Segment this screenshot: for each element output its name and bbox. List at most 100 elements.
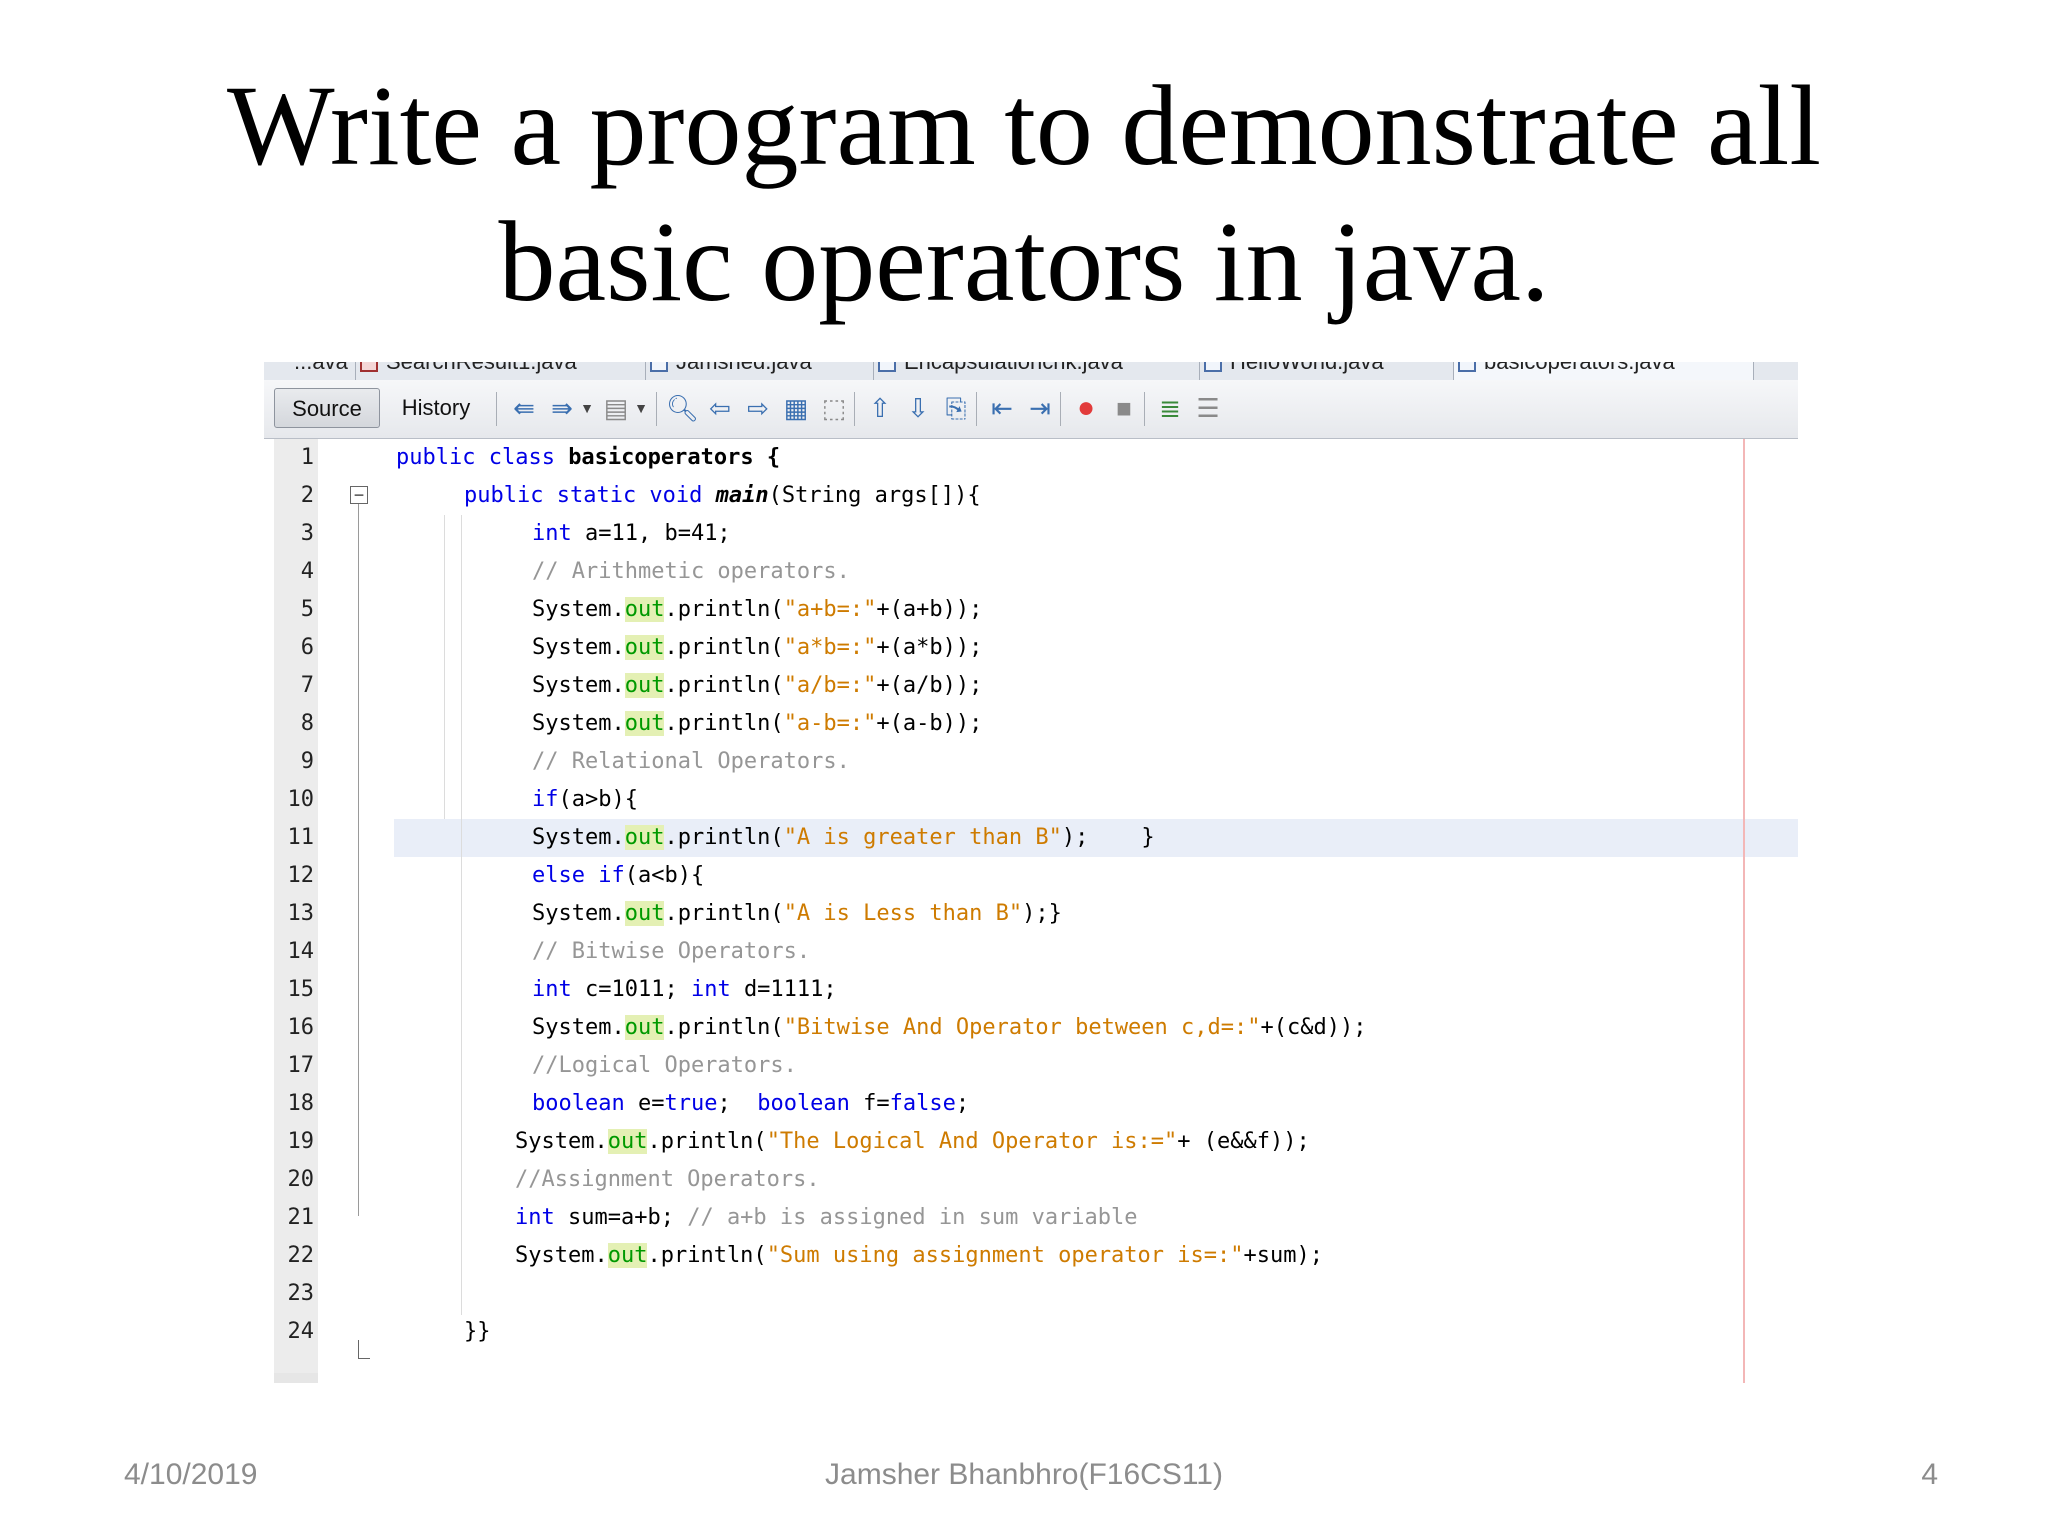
tab-searchresult1[interactable]: SearchResult1.java ✕: [356, 362, 646, 380]
code-line-2[interactable]: public static void main(String args[]){: [464, 477, 981, 515]
token-text: f=: [863, 1091, 890, 1116]
code-line-21[interactable]: int sum=a+b; // a+b is assigned in sum v…: [515, 1199, 1138, 1237]
tab-ava[interactable]: ...ava: [264, 362, 356, 380]
code-line-17[interactable]: //Logical Operators.: [532, 1047, 797, 1085]
token-text: +sum);: [1243, 1243, 1323, 1268]
token-text: (a<b){: [624, 863, 705, 888]
token-string: "a+b=:": [783, 597, 877, 622]
line-number: 4: [300, 559, 314, 584]
line-number: 21: [287, 1205, 315, 1230]
token-text: + (e&&f));: [1177, 1129, 1310, 1154]
code-line-14[interactable]: // Bitwise Operators.: [532, 933, 810, 971]
line-number: 13: [287, 901, 315, 926]
code-line-19[interactable]: System.out.println("The Logical And Oper…: [515, 1123, 1310, 1161]
shift-right-icon[interactable]: ⇥: [1024, 392, 1056, 424]
token-comment: // Arithmetic operators.: [532, 559, 850, 584]
next-bookmark-icon[interactable]: ⇩: [902, 392, 934, 424]
fold-collapse-icon[interactable]: −: [350, 486, 368, 504]
toggle-bookmark-icon[interactable]: ⎘: [940, 392, 972, 424]
line-number: 9: [300, 749, 314, 774]
token-string: "a*b=:": [783, 635, 877, 660]
token-text: a=11, b=41;: [584, 521, 731, 546]
token-text: +(c&d));: [1260, 1015, 1367, 1040]
java-file-icon: [1458, 362, 1476, 372]
code-line-20[interactable]: //Assignment Operators.: [515, 1161, 820, 1199]
stop-macro-icon[interactable]: ■: [1108, 392, 1140, 424]
code-line-3[interactable]: int a=11, b=41;: [532, 515, 731, 553]
token-text: System.: [532, 711, 625, 736]
token-text: +(a/b));: [876, 673, 983, 698]
token-text: d=1111;: [743, 977, 837, 1002]
code-line-6[interactable]: System.out.println("a*b=:"+(a*b));: [532, 629, 982, 667]
line-number: 10: [287, 787, 315, 812]
code-line-9[interactable]: // Relational Operators.: [532, 743, 850, 781]
token-text: basicoperators {: [568, 445, 781, 470]
code-line-24[interactable]: }}: [464, 1313, 491, 1351]
chevron-down-icon[interactable]: ▼: [634, 392, 648, 424]
token-text: .println(: [664, 635, 784, 660]
editor-tab-strip: ...ava SearchResult1.java ✕ Jamshed.java…: [264, 362, 1798, 381]
previous-bookmark-icon[interactable]: ⇧: [864, 392, 896, 424]
find-previous-icon[interactable]: ⇦: [704, 392, 736, 424]
token-keyword: boolean: [532, 1091, 638, 1116]
token-text: (String args[]){: [768, 483, 981, 508]
toolbar-separator: [854, 392, 855, 426]
forward-icon[interactable]: ⇛: [546, 392, 578, 424]
token-text: System.: [532, 1015, 625, 1040]
fold-line-end-tick: [358, 1358, 370, 1359]
code-line-18[interactable]: boolean e=true; boolean f=false;: [532, 1085, 969, 1123]
uncomment-icon[interactable]: ☰: [1192, 392, 1224, 424]
source-button[interactable]: Source: [274, 388, 380, 428]
editor-toolbar: Source History ⇚ ⇛ ▼ ▤ ▼ 🔍︎ ⇦ ⇨ ▦ ⬚ ⇧ ⇩ …: [264, 380, 1798, 439]
footer-author: Jamsher Bhanbhro(F16CS11): [825, 1458, 1223, 1491]
code-line-4[interactable]: // Arithmetic operators.: [532, 553, 850, 591]
tab-jamshed[interactable]: Jamshed.java ✕: [646, 362, 874, 380]
code-line-15[interactable]: int c=1011; int d=1111;: [532, 971, 837, 1009]
tab-basicoperators[interactable]: basicoperators.java ✕: [1454, 362, 1754, 380]
shift-left-icon[interactable]: ⇤: [986, 392, 1018, 424]
right-margin-line: [1743, 439, 1745, 1383]
code-line-7[interactable]: System.out.println("a/b=:"+(a/b));: [532, 667, 982, 705]
token-text: System.: [532, 635, 625, 660]
code-line-12[interactable]: else if(a<b){: [532, 857, 704, 895]
token-text: c=1011;: [584, 977, 691, 1002]
chevron-down-icon[interactable]: ▼: [580, 392, 594, 424]
token-text: .println(: [664, 673, 784, 698]
code-line-8[interactable]: System.out.println("a-b=:"+(a-b));: [532, 705, 982, 743]
code-line-1[interactable]: public class basicoperators {: [396, 439, 780, 477]
code-line-22[interactable]: System.out.println("Sum using assignment…: [515, 1237, 1323, 1275]
token-field: out: [624, 901, 665, 926]
comment-icon[interactable]: ≣: [1154, 392, 1186, 424]
tab-encapsulationchk[interactable]: Encapsulationchk.java ✕: [874, 362, 1200, 380]
code-line-5[interactable]: System.out.println("a+b=:"+(a+b));: [532, 591, 982, 629]
token-keyword: public class: [396, 445, 569, 470]
toggle-rect-selection-icon[interactable]: ⬚: [818, 392, 850, 424]
tab-label: SearchResult1.java: [386, 362, 577, 374]
code-line-16[interactable]: System.out.println("Bitwise And Operator…: [532, 1009, 1366, 1047]
start-macro-icon[interactable]: ●: [1070, 392, 1102, 424]
code-line-13[interactable]: System.out.println("A is Less than B");}: [532, 895, 1062, 933]
find-next-icon[interactable]: ⇨: [742, 392, 774, 424]
token-text: +(a-b));: [876, 711, 983, 736]
tab-helloworld[interactable]: HelloWorld.java ✕: [1200, 362, 1454, 380]
token-comment: // Relational Operators.: [532, 749, 850, 774]
token-string: "Sum using assignment operator is=:": [766, 1243, 1244, 1268]
toggle-highlight-icon[interactable]: ▦: [780, 392, 812, 424]
toolbar-separator: [656, 392, 657, 426]
token-text: .println(: [664, 1015, 784, 1040]
slide-title-line1: Write a program to demonstrate all: [227, 62, 1821, 189]
line-number: 18: [287, 1091, 315, 1116]
history-button[interactable]: History: [386, 388, 486, 428]
find-icon[interactable]: 🔍︎: [666, 392, 699, 424]
code-line-11[interactable]: System.out.println("A is greater than B"…: [532, 819, 1155, 857]
token-string: "A is Less than B": [783, 901, 1023, 926]
line-number: 23: [287, 1281, 315, 1306]
line-number: 24: [287, 1319, 315, 1344]
back-icon[interactable]: ⇚: [508, 392, 540, 424]
token-comment: // Bitwise Operators.: [532, 939, 811, 964]
tab-label: Jamshed.java: [676, 362, 812, 374]
line-number: 19: [287, 1129, 315, 1154]
last-edit-icon[interactable]: ▤: [600, 392, 632, 424]
code-line-10[interactable]: if(a>b){: [532, 781, 638, 819]
line-number: 6: [300, 635, 314, 660]
